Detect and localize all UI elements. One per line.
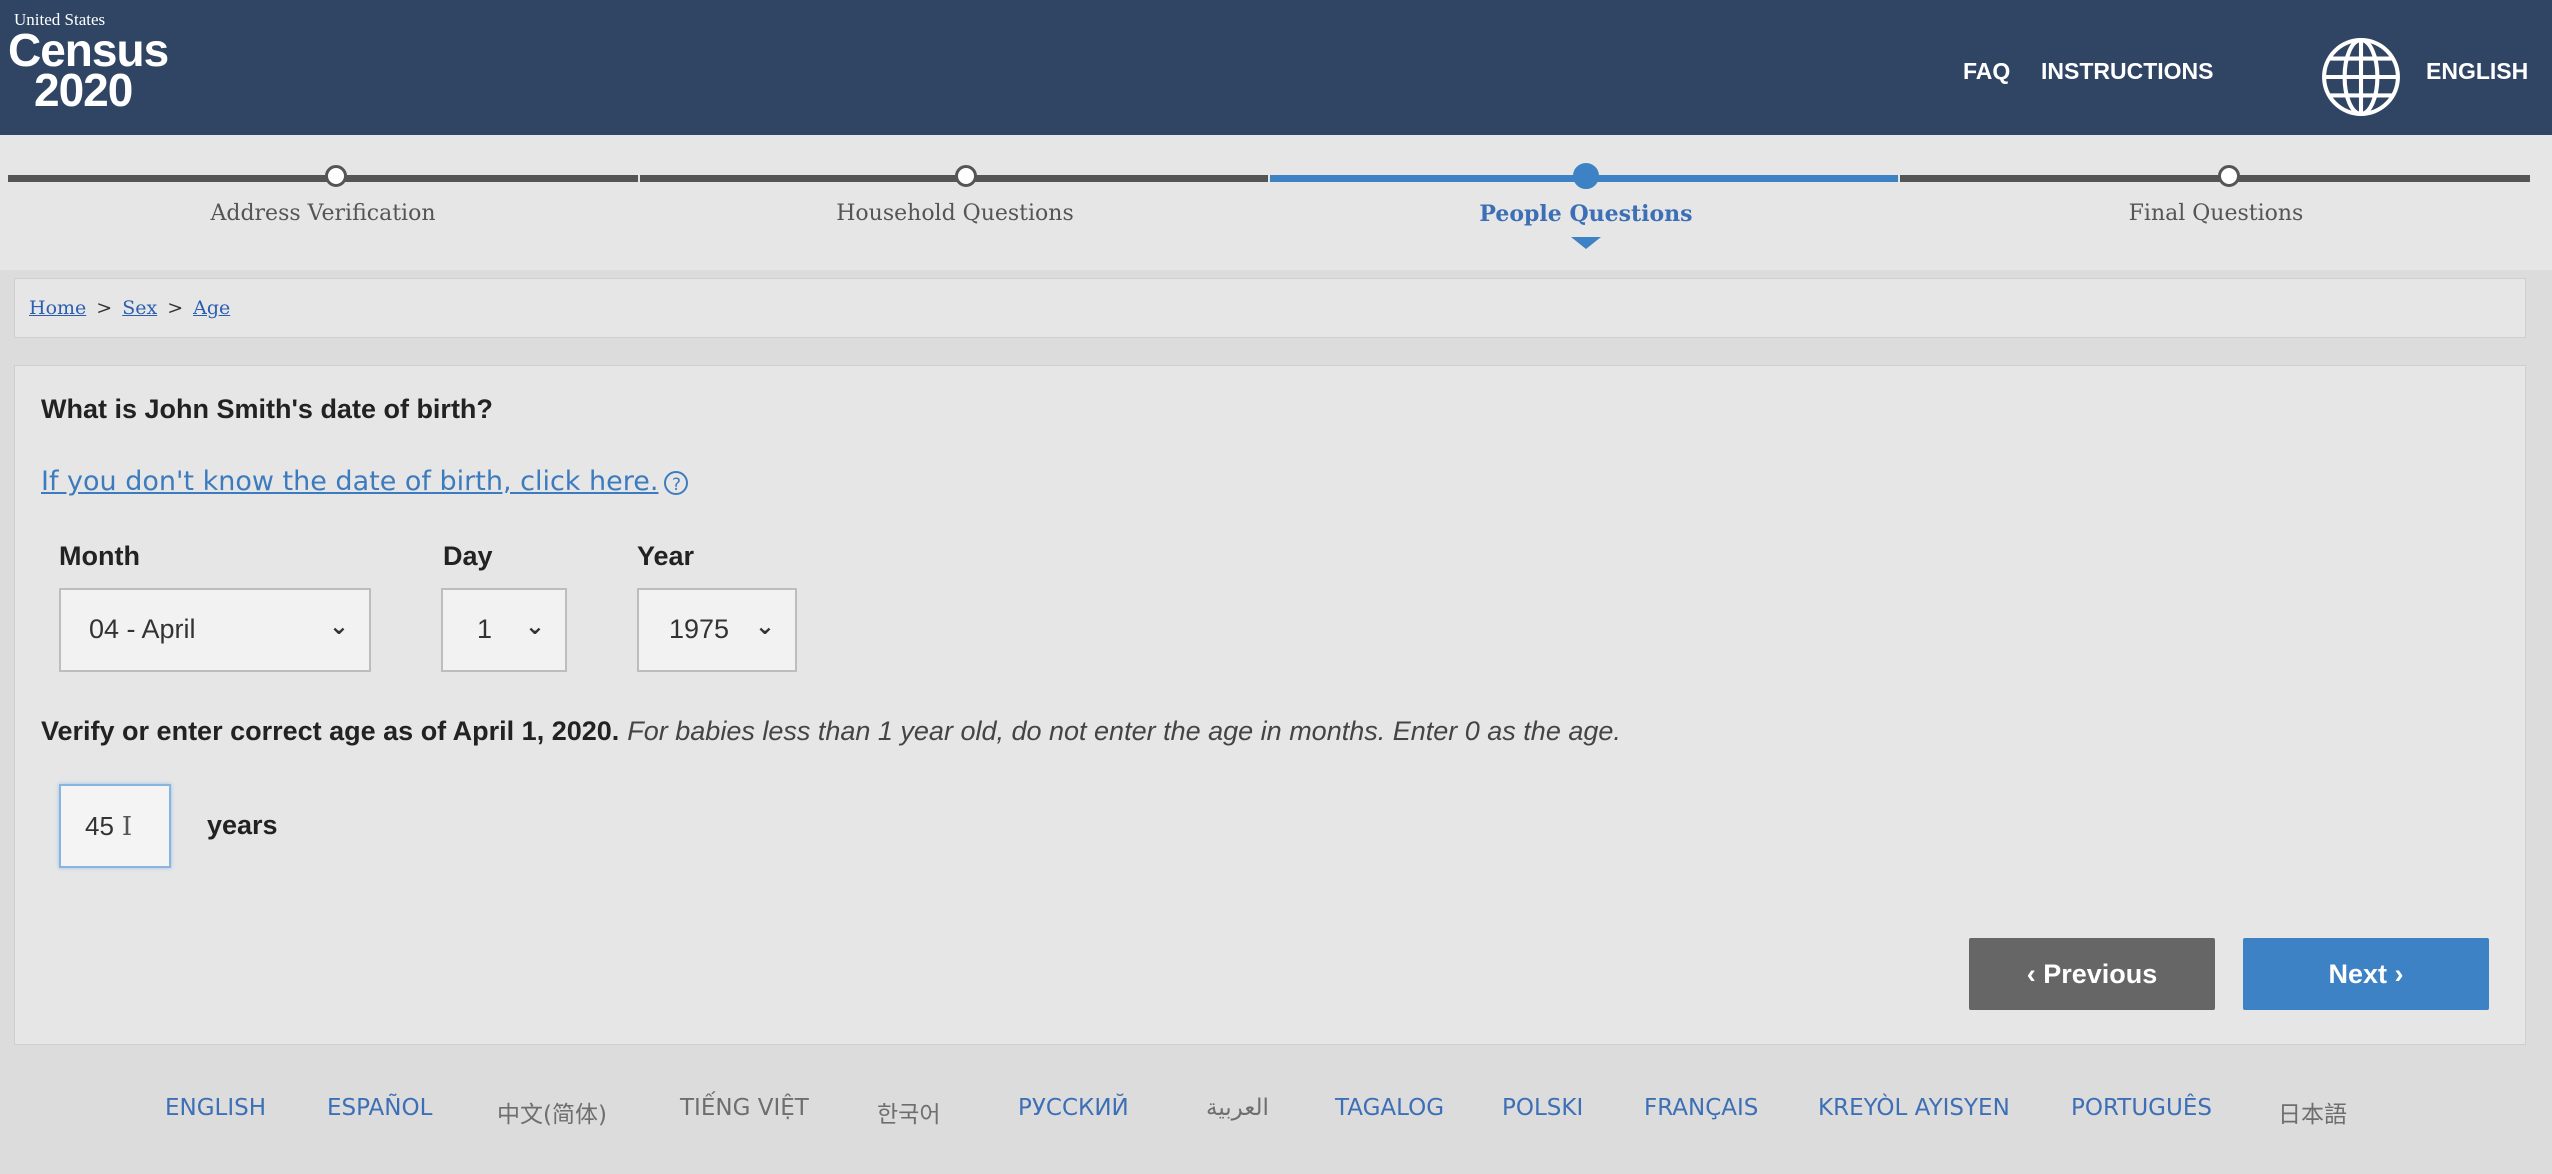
help-icon[interactable]: ? (664, 470, 689, 495)
day-select-value: 1 (477, 614, 493, 644)
breadcrumb-age[interactable]: Age (193, 297, 230, 319)
age-input[interactable]: 45 I (59, 784, 171, 868)
chevron-down-icon: ⌄ (754, 613, 775, 640)
unknown-dob-link[interactable]: If you don't know the date of birth, cli… (41, 466, 689, 497)
month-select[interactable]: 04 - April ⌄ (59, 588, 371, 672)
language-tagalog[interactable]: TAGALOG (1335, 1095, 1444, 1121)
step-node-people (1573, 163, 1599, 189)
language-japanese[interactable]: 日本語 (2278, 1095, 2347, 1129)
language-portugues[interactable]: PORTUGUÊS (2071, 1095, 2212, 1121)
text-cursor-icon: I (121, 812, 133, 842)
language-kreyol[interactable]: KREYÒL AYISYEN (1818, 1095, 2010, 1121)
step-node-final (2218, 165, 2240, 187)
breadcrumb-home[interactable]: Home (29, 297, 86, 319)
faq-link[interactable]: FAQ (1963, 58, 2010, 85)
progress-track-1 (8, 175, 638, 182)
step-label-final: Final Questions (2128, 201, 2304, 226)
day-select[interactable]: 1 ⌄ (441, 588, 567, 672)
language-russian[interactable]: РУССКИЙ (1018, 1095, 1129, 1121)
step-label-people: People Questions (1479, 201, 1693, 227)
next-button-label: Next (2328, 959, 2387, 989)
age-prompt: Verify or enter correct age as of April … (41, 716, 620, 746)
step-node-address (325, 165, 347, 187)
census-2020-logo[interactable]: United States Census 2020 (8, 10, 169, 116)
breadcrumb: Home > Sex > Age (14, 278, 2526, 338)
question-title: What is John Smith's date of birth? (41, 394, 493, 424)
breadcrumb-separator: > (96, 297, 113, 319)
step-label-household: Household Questions (836, 201, 1074, 226)
day-label: Day (443, 541, 493, 571)
language-english[interactable]: ENGLISH (165, 1095, 266, 1121)
age-input-value: 45 (85, 811, 114, 841)
language-chinese-simplified[interactable]: 中文(简体) (497, 1095, 607, 1129)
year-select-value: 1975 (669, 614, 730, 644)
year-label: Year (637, 541, 695, 571)
previous-button[interactable]: ‹ Previous (1969, 938, 2215, 1010)
language-vietnamese[interactable]: TIẾNG VIỆT (680, 1095, 809, 1121)
language-francais[interactable]: FRANÇAIS (1644, 1095, 1758, 1121)
progress-track-2 (640, 175, 1268, 182)
progress-track-4 (1900, 175, 2530, 182)
chevron-right-icon: › (2394, 959, 2404, 989)
age-note: For babies less than 1 year old, do not … (627, 716, 1621, 746)
step-node-household (955, 165, 977, 187)
unknown-dob-link-text[interactable]: If you don't know the date of birth, cli… (41, 466, 658, 497)
instructions-link[interactable]: INSTRUCTIONS (2041, 58, 2214, 85)
language-korean[interactable]: 한국어 (877, 1095, 940, 1129)
progress-steps: Address Verification Household Questions… (0, 135, 2552, 270)
chevron-left-icon: ‹ (2026, 959, 2036, 989)
language-arabic[interactable]: العربية (1206, 1095, 1269, 1121)
language-polski[interactable]: POLSKI (1502, 1095, 1583, 1121)
step-label-address: Address Verification (210, 201, 436, 226)
age-instructions: Verify or enter correct age as of April … (41, 716, 1621, 747)
logo-year: 2020 (34, 64, 133, 116)
breadcrumb-sex[interactable]: Sex (122, 297, 157, 319)
chevron-down-icon: ⌄ (524, 613, 545, 640)
breadcrumb-separator: > (167, 297, 184, 319)
globe-icon[interactable] (2320, 36, 2402, 118)
years-label: years (207, 810, 278, 840)
next-button[interactable]: Next › (2243, 938, 2489, 1010)
month-label: Month (59, 541, 140, 571)
site-header: United States Census 2020 FAQ INSTRUCTIO… (0, 0, 2552, 135)
current-step-caret-icon (1571, 237, 1601, 249)
chevron-down-icon: ⌄ (328, 613, 349, 640)
year-select[interactable]: 1975 ⌄ (637, 588, 797, 672)
language-selector[interactable]: ENGLISH (2426, 58, 2528, 85)
month-select-value: 04 - April (89, 614, 196, 644)
question-panel: What is John Smith's date of birth? If y… (14, 365, 2526, 1045)
language-bar: ENGLISH ESPAÑOL 中文(简体) TIẾNG VIỆT 한국어 РУ… (0, 1085, 2552, 1135)
previous-button-label: Previous (2043, 959, 2158, 989)
language-espanol[interactable]: ESPAÑOL (327, 1095, 432, 1121)
